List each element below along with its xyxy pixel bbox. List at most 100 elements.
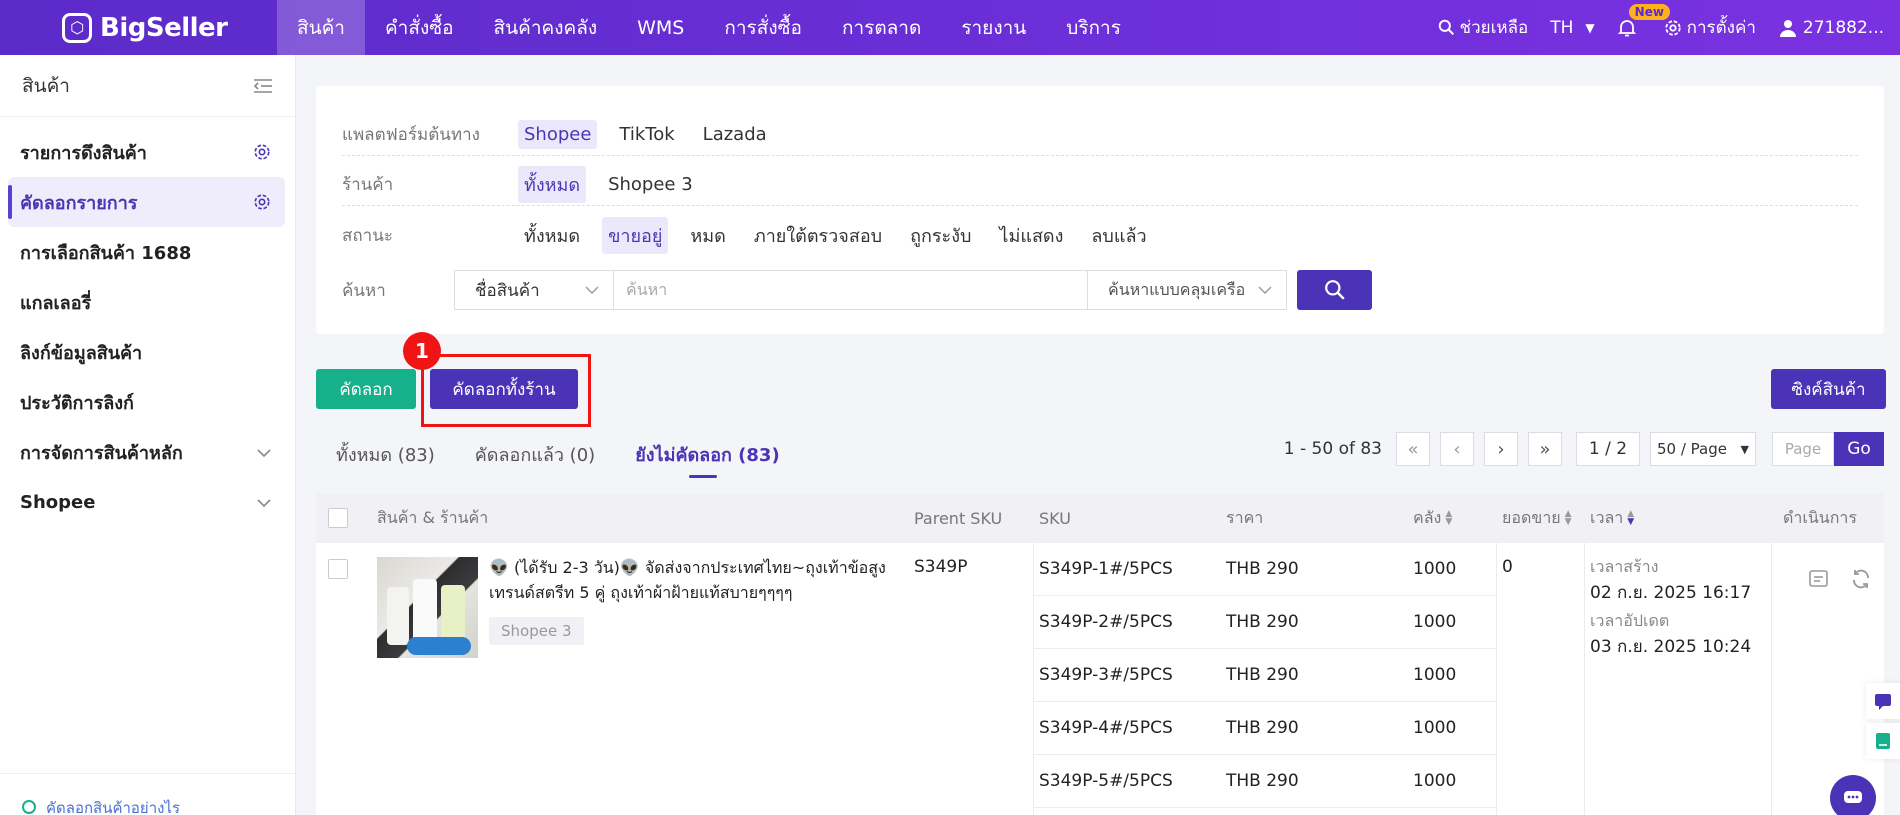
search-field-value: ชื่อสินค้า	[475, 280, 540, 301]
sidebar-item-label: แกลเลอรี่	[20, 292, 92, 314]
platform-option-lazada[interactable]: Lazada	[697, 120, 773, 149]
variant-sku: S349P-3#/5PCS	[1039, 665, 1173, 685]
col-stock-header[interactable]: คลัง ▲ ▼	[1413, 493, 1452, 543]
col-sku: SKU	[1039, 508, 1071, 528]
brand-logo[interactable]: ⬡ BigSeller	[0, 0, 277, 55]
parent-sku: S349P	[914, 557, 968, 577]
nav-item-wms[interactable]: WMS	[617, 0, 704, 55]
gear-icon[interactable]	[253, 143, 271, 161]
sidebar-item-shopee[interactable]: Shopee	[8, 477, 285, 527]
search-button[interactable]	[1297, 270, 1372, 310]
last-page-button[interactable]: »	[1528, 432, 1562, 466]
variant-price: THB 290	[1226, 559, 1299, 579]
sidebar-item-pull-list[interactable]: รายการดึงสินค้า	[8, 127, 285, 177]
prev-page-button[interactable]: ‹	[1440, 432, 1474, 466]
sidebar-item-label: Shopee	[20, 491, 96, 513]
tab-all[interactable]: ทั้งหมด (83)	[336, 432, 435, 478]
feedback-float-button[interactable]	[1866, 683, 1900, 719]
status-option-deleted[interactable]: ลบแล้ว	[1085, 217, 1152, 254]
nav-item-marketing[interactable]: การตลาด	[822, 0, 941, 55]
col-sales-header[interactable]: ยอดขาย ▲ ▼	[1502, 493, 1572, 543]
caret-down-icon: ▼	[1585, 20, 1595, 35]
sidebar-item-link-history[interactable]: ประวัติการลิงก์	[8, 377, 285, 427]
nav-item-products[interactable]: สินค้า	[277, 0, 365, 55]
variant-row: S349P-1#/5PCS THB 290 1000	[1034, 543, 1496, 596]
search-icon	[1324, 280, 1345, 300]
first-page-button[interactable]: «	[1396, 432, 1430, 466]
search-input[interactable]: ค้นหา	[614, 270, 1088, 310]
nav-item-services[interactable]: บริการ	[1046, 0, 1141, 55]
help-link[interactable]: ช่วยเหลือ	[1438, 14, 1528, 41]
collapse-menu-icon[interactable]	[253, 78, 273, 94]
filter-label: ร้านค้า	[342, 175, 394, 195]
sidebar-item-label: การจัดการสินค้าหลัก	[20, 442, 183, 464]
page-jump-input[interactable]: Page	[1772, 432, 1834, 466]
platform-option-tiktok[interactable]: TikTok	[613, 120, 680, 149]
notifications-button[interactable]: New	[1617, 3, 1670, 38]
sidebar-item-product-link[interactable]: ลิงก์ข้อมูลสินค้า	[8, 327, 285, 377]
row-checkbox[interactable]	[328, 559, 348, 579]
pagination-range: 1 - 50 of 83	[1283, 439, 1382, 459]
store-option-all[interactable]: ทั้งหมด	[518, 166, 587, 203]
search-field-select[interactable]: ชื่อสินค้า	[454, 270, 614, 310]
gear-icon	[1665, 19, 1681, 36]
status-option-under-review[interactable]: ภายใต้ตรวจสอบ	[748, 217, 888, 254]
page-size-select[interactable]: 50 / Page ▼	[1650, 432, 1756, 466]
tab-copied[interactable]: คัดลอกแล้ว (0)	[475, 432, 595, 478]
chevron-down-icon: ▼	[1740, 442, 1749, 456]
chevron-left-icon: ‹	[1453, 438, 1461, 460]
tab-not-copied[interactable]: ยังไม่คัดลอก (83)	[635, 432, 780, 478]
store-option-shopee-3[interactable]: Shopee 3	[602, 170, 699, 199]
current-page: 1 / 2	[1576, 432, 1640, 466]
nav-item-purchasing[interactable]: การสั่งซื้อ	[704, 0, 822, 55]
sidebar-item-label: รายการดึงสินค้า	[20, 142, 147, 164]
sidebar-item-1688[interactable]: การเลือกสินค้า 1688	[8, 227, 285, 277]
chevron-down-icon	[1258, 286, 1272, 294]
search-mode-select[interactable]: ค้นหาแบบคลุมเครือ	[1088, 270, 1287, 310]
sales-value: 0	[1502, 557, 1513, 577]
copy-button[interactable]: คัดลอก	[316, 369, 416, 409]
status-option-suspended[interactable]: ถูกระงับ	[904, 217, 977, 254]
select-all-checkbox[interactable]	[328, 508, 348, 528]
edit-copy-icon[interactable]	[1807, 567, 1831, 596]
variant-stock: 1000	[1413, 771, 1457, 791]
double-chevron-right-icon: »	[1539, 438, 1551, 460]
status-option-sold-out[interactable]: หมด	[684, 217, 731, 254]
product-thumbnail[interactable]	[377, 557, 478, 658]
refresh-icon[interactable]	[1849, 567, 1873, 596]
status-option-selling[interactable]: ขายอยู่	[602, 216, 669, 254]
platform-option-shopee[interactable]: Shopee	[518, 120, 598, 149]
language-select[interactable]: TH ▼	[1550, 18, 1594, 38]
next-page-button[interactable]: ›	[1484, 432, 1518, 466]
user-menu[interactable]: 271882...	[1778, 18, 1884, 38]
sidebar-item-copy-list[interactable]: คัดลอกรายการ	[8, 177, 285, 227]
search-mode-value: ค้นหาแบบคลุมเครือ	[1108, 279, 1246, 299]
filter-label: สถานะ	[342, 225, 393, 246]
col-time-header[interactable]: เวลา ▲ ▼	[1590, 493, 1634, 543]
col-action: ดำเนินการ	[1783, 507, 1857, 527]
settings-link[interactable]: การตั้งค่า	[1664, 14, 1756, 41]
highlight-box	[421, 354, 591, 427]
nav-item-reports[interactable]: รายงาน	[941, 0, 1046, 55]
nav-item-inventory[interactable]: สินค้าคงคลัง	[474, 0, 618, 55]
sidebar-item-master-products[interactable]: การจัดการสินค้าหลัก	[8, 427, 285, 477]
col-price: ราคา	[1226, 507, 1264, 527]
status-option-all[interactable]: ทั้งหมด	[518, 217, 586, 254]
col-parent-sku: Parent SKU	[914, 508, 1003, 528]
sidebar-help-link[interactable]: คัดลอกสินค้าอย่างไร	[0, 773, 295, 815]
go-button[interactable]: Go	[1834, 432, 1884, 466]
col-time: เวลา	[1590, 507, 1624, 527]
sync-products-button[interactable]: ซิงค์สินค้า	[1771, 369, 1886, 409]
sort-icon: ▲ ▼	[1445, 509, 1453, 527]
gear-icon[interactable]	[253, 193, 271, 211]
book-icon	[1876, 733, 1890, 749]
nav-item-orders[interactable]: คำสั่งซื้อ	[365, 0, 474, 55]
sidebar-item-label: การเลือกสินค้า 1688	[20, 242, 192, 264]
sidebar-item-gallery[interactable]: แกลเลอรี่	[8, 277, 285, 327]
sidebar-footer-label: คัดลอกสินค้าอย่างไร	[46, 799, 181, 815]
chat-button[interactable]	[1830, 775, 1876, 815]
guide-float-button[interactable]	[1866, 723, 1900, 759]
status-option-hidden[interactable]: ไม่แสดง	[993, 217, 1069, 254]
product-title[interactable]: 👽 (ได้รับ 2-3 วัน)👽 จัดส่งจากประเทศไทย~ถ…	[489, 555, 901, 605]
sidebar: สินค้า รายการดึงสินค้า คัดลอกรายการ การเ…	[0, 55, 296, 815]
